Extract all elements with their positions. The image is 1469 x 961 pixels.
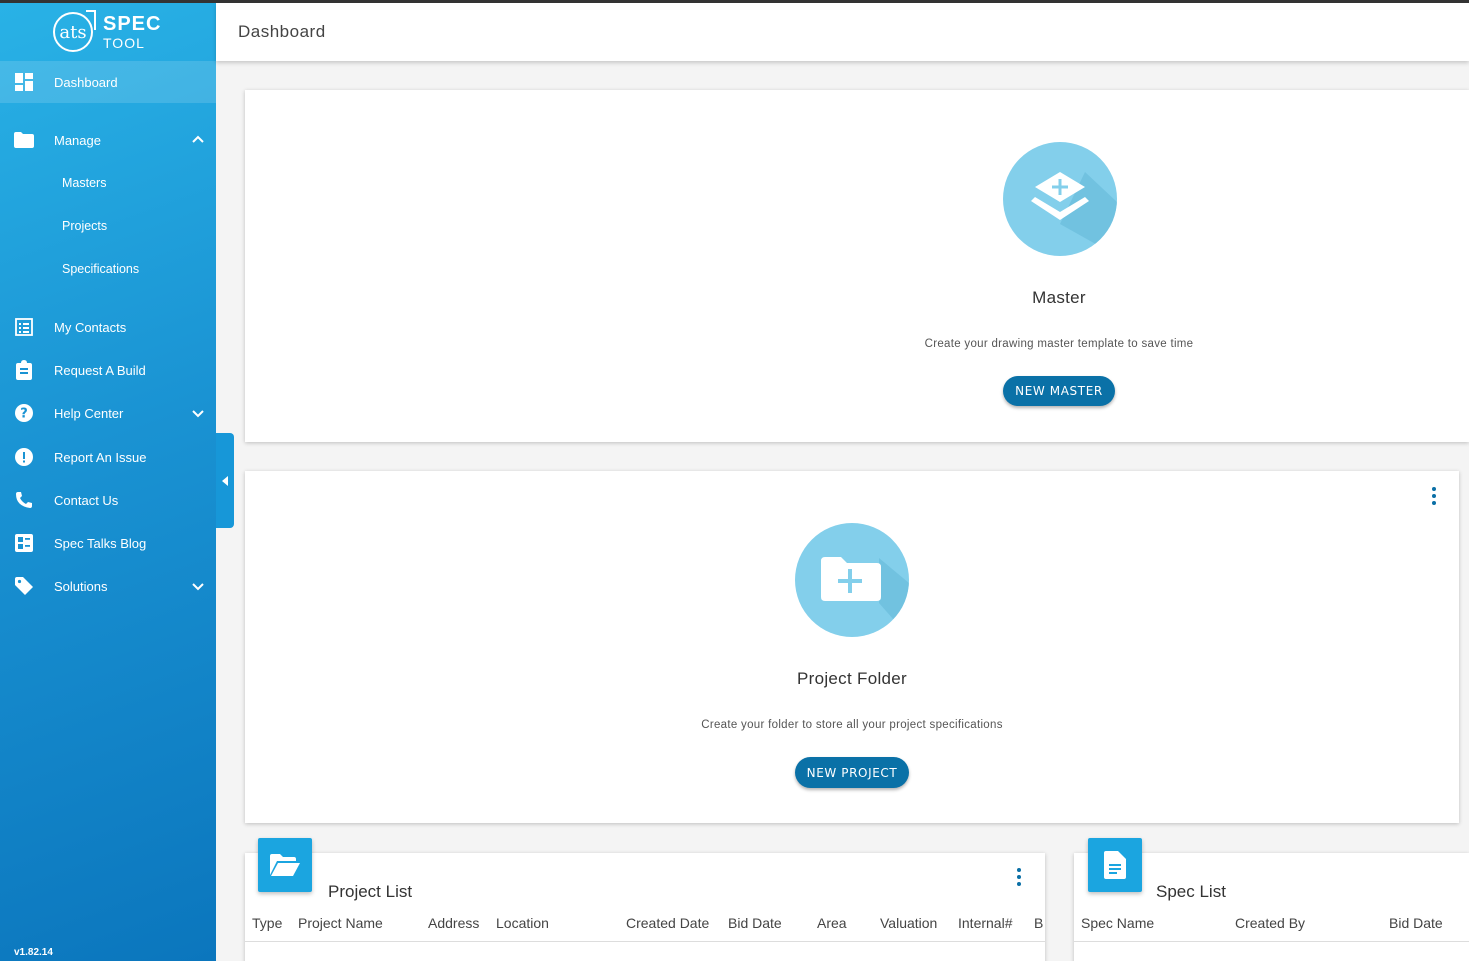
spec-list-card: Spec List Spec Name Created By Bid Date	[1074, 838, 1469, 961]
column-header-address[interactable]: Address	[428, 915, 479, 931]
spec-list-title: Spec List	[1156, 882, 1226, 901]
column-header-location[interactable]: Location	[496, 915, 549, 931]
sidebar-item-help-center[interactable]: ? Help Center	[0, 392, 216, 434]
more-options-icon[interactable]	[1431, 487, 1437, 509]
document-icon	[1088, 838, 1142, 892]
sidebar-item-label: Contact Us	[54, 492, 119, 508]
column-header-created-by[interactable]: Created By	[1235, 915, 1305, 931]
table-divider	[245, 941, 1045, 942]
column-header-bid-date[interactable]: Bid Date	[1389, 915, 1443, 931]
folder-add-icon	[795, 523, 909, 637]
sidebar: ats SPEC TOOL Dashboard Manage Masters P…	[0, 3, 216, 961]
project-list-title: Project List	[328, 882, 413, 901]
more-options-icon[interactable]	[1016, 868, 1022, 890]
sidebar-subitem-masters[interactable]: Masters	[62, 176, 106, 190]
folder-icon	[14, 130, 34, 150]
sidebar-collapse-button[interactable]	[216, 433, 234, 528]
column-header-bid-date[interactable]: Bid Date	[728, 915, 782, 931]
project-folder-card: Project Folder Create your folder to sto…	[245, 471, 1459, 823]
sidebar-item-manage[interactable]: Manage	[0, 119, 216, 161]
sidebar-item-report-an-issue[interactable]: Report An Issue	[0, 436, 216, 478]
column-header-truncated[interactable]: B	[1034, 915, 1045, 931]
brand-subname: TOOL	[103, 35, 145, 51]
sidebar-item-label: Solutions	[54, 578, 108, 594]
master-card: Master Create your drawing master templa…	[245, 90, 1469, 442]
sidebar-subitem-specifications[interactable]: Specifications	[62, 262, 139, 276]
table-divider	[1074, 941, 1469, 942]
window-top-border	[0, 0, 1469, 3]
new-master-button[interactable]: NEW MASTER	[1003, 376, 1115, 406]
ats-logo-icon: ats	[53, 10, 96, 52]
column-header-created-date[interactable]: Created Date	[626, 915, 709, 931]
sidebar-item-request-a-build[interactable]: Request A Build	[0, 349, 216, 391]
top-header: Dashboard	[216, 3, 1469, 61]
caret-left-icon	[222, 475, 228, 486]
column-header-valuation[interactable]: Valuation	[880, 915, 937, 931]
blog-icon	[14, 533, 34, 553]
sidebar-item-label: Spec Talks Blog	[54, 535, 147, 551]
column-header-spec-name[interactable]: Spec Name	[1081, 915, 1154, 931]
sidebar-item-label: Help Center	[54, 405, 124, 421]
layers-add-icon	[1003, 142, 1117, 256]
sidebar-item-label: Request A Build	[54, 362, 146, 378]
project-card-description: Create your folder to store all your pro…	[701, 719, 1003, 731]
phone-icon	[14, 490, 34, 510]
sidebar-item-my-contacts[interactable]: My Contacts	[0, 306, 216, 348]
brand-logo[interactable]: ats SPEC TOOL	[0, 3, 216, 61]
sidebar-subitem-projects[interactable]: Projects	[62, 219, 107, 233]
project-list-card: Project List Type Project Name Address L…	[245, 838, 1045, 961]
open-folder-icon	[258, 838, 312, 892]
dashboard-icon	[14, 72, 34, 92]
master-card-title: Master	[1032, 288, 1086, 307]
chevron-down-icon[interactable]	[190, 405, 206, 421]
sidebar-item-dashboard[interactable]: Dashboard	[0, 61, 216, 103]
alert-circle-icon	[14, 447, 34, 467]
app-version: v1.82.14	[14, 947, 53, 958]
sidebar-item-solutions[interactable]: Solutions	[0, 565, 216, 607]
column-header-area[interactable]: Area	[817, 915, 847, 931]
chevron-up-icon[interactable]	[190, 132, 206, 148]
new-project-button[interactable]: NEW PROJECT	[795, 757, 909, 788]
brand-name: SPEC	[103, 13, 162, 35]
sidebar-item-label: Dashboard	[54, 74, 118, 90]
master-card-description: Create your drawing master template to s…	[924, 338, 1194, 350]
tag-icon	[14, 576, 34, 596]
contacts-list-icon	[14, 317, 34, 337]
chevron-down-icon[interactable]	[190, 578, 206, 594]
help-circle-icon: ?	[14, 403, 34, 423]
sidebar-item-contact-us[interactable]: Contact Us	[0, 479, 216, 521]
sidebar-item-label: Report An Issue	[54, 449, 147, 465]
clipboard-icon	[14, 360, 34, 380]
column-header-project-name[interactable]: Project Name	[298, 915, 383, 931]
svg-text:?: ?	[20, 407, 28, 422]
column-header-internal[interactable]: Internal#	[958, 915, 1012, 931]
column-header-type[interactable]: Type	[252, 915, 282, 931]
sidebar-item-spec-talks-blog[interactable]: Spec Talks Blog	[0, 522, 216, 564]
sidebar-item-label: My Contacts	[54, 319, 127, 335]
sidebar-item-label: Manage	[54, 132, 101, 148]
project-card-title: Project Folder	[796, 669, 908, 688]
page-title: Dashboard	[238, 22, 326, 41]
